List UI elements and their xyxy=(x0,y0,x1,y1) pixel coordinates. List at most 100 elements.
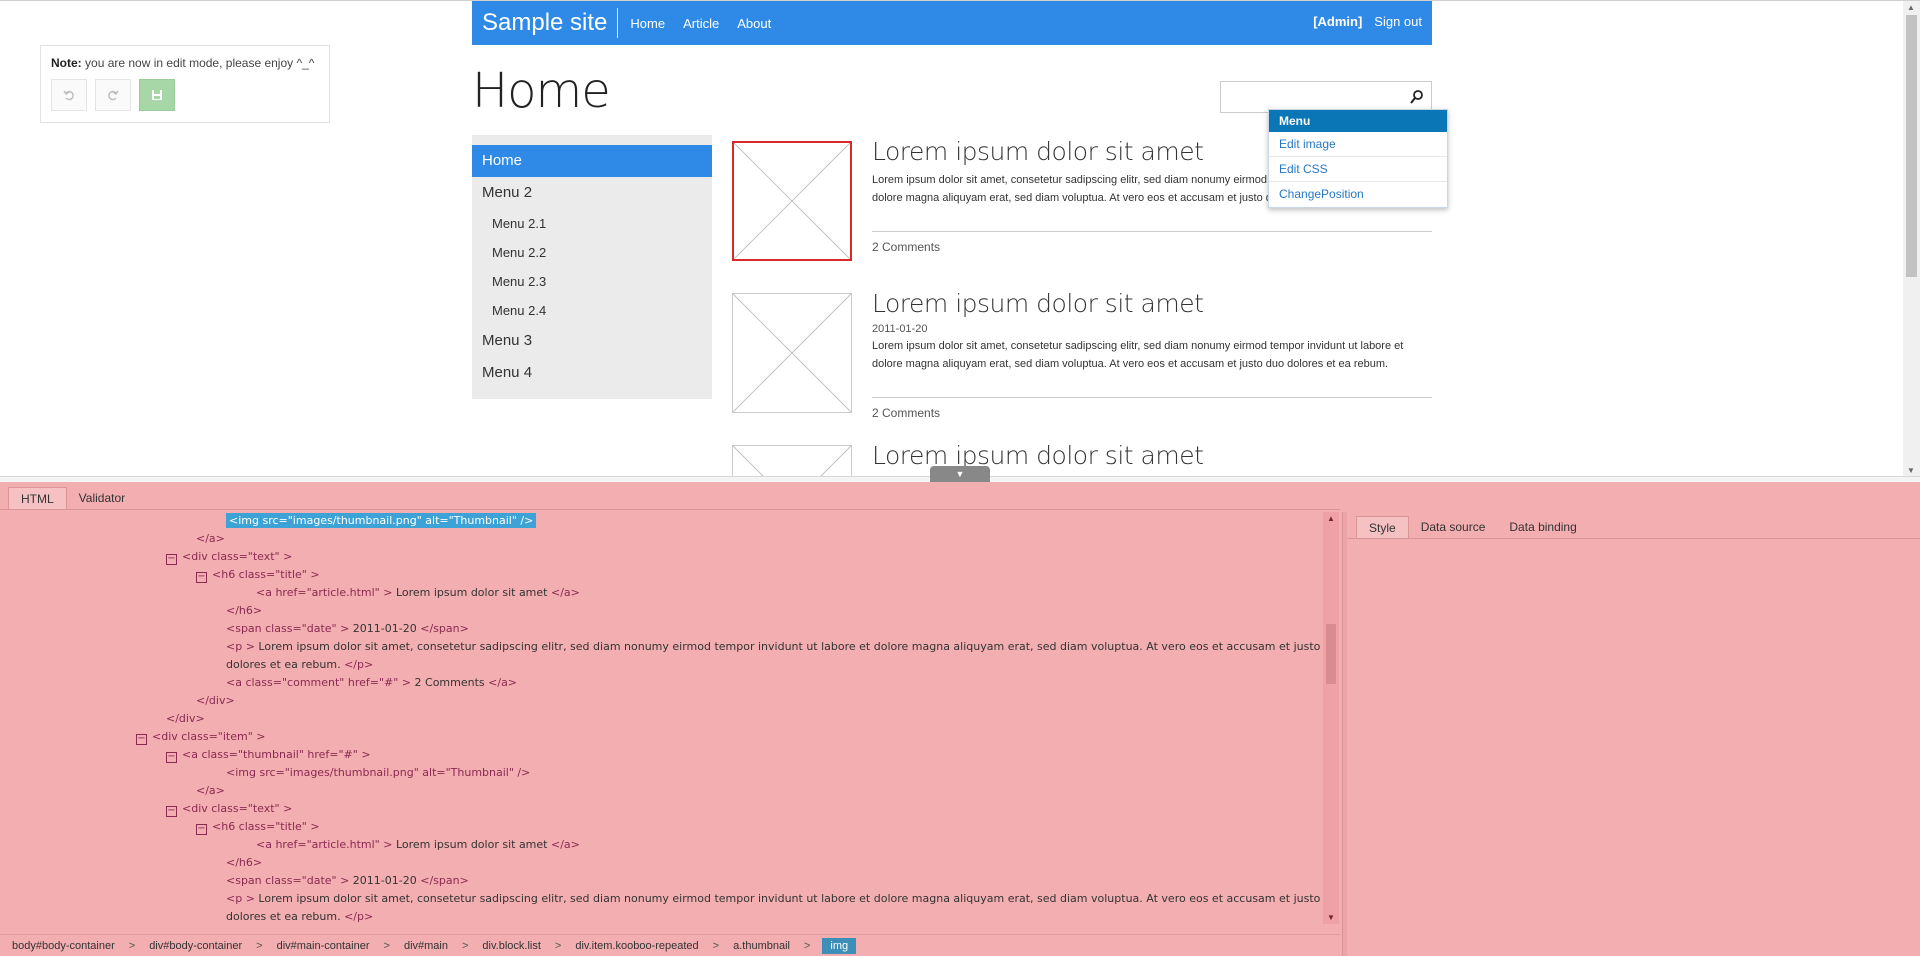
scroll-up-icon[interactable]: ▲ xyxy=(1907,3,1915,12)
search-icon[interactable] xyxy=(1409,89,1425,105)
code-line[interactable]: <a href="article.html" > Lorem ipsum dol… xyxy=(256,584,580,602)
collapse-toggle-icon[interactable]: − xyxy=(166,554,177,565)
article-title[interactable]: Lorem ipsum dolor sit amet xyxy=(872,287,1432,321)
tab-data-source[interactable]: Data source xyxy=(1409,516,1498,539)
panel-divider[interactable] xyxy=(1342,512,1347,956)
code-line[interactable]: − <h6 class="title" > xyxy=(196,818,320,836)
code-tag[interactable]: </span> xyxy=(420,622,469,635)
side-menu-2-3[interactable]: Menu 2.3 xyxy=(472,267,712,296)
side-menu-2-1[interactable]: Menu 2.1 xyxy=(472,209,712,238)
code-tag[interactable]: <div class="text" > xyxy=(182,550,292,563)
code-line[interactable]: dolores et ea rebum. </p> xyxy=(226,908,373,924)
edit-image-option[interactable]: Edit image xyxy=(1269,132,1447,157)
code-tag[interactable]: <img src="images/thumbnail.png" alt="Thu… xyxy=(226,766,530,779)
admin-link[interactable]: [Admin] xyxy=(1313,14,1362,29)
code-line[interactable]: <img src="images/thumbnail.png" alt="Thu… xyxy=(226,764,530,782)
code-scroll-thumb[interactable] xyxy=(1326,624,1336,684)
breadcrumb-item[interactable]: div#main-container xyxy=(275,940,372,952)
search-input[interactable] xyxy=(1221,82,1401,112)
code-tag[interactable]: </h6> xyxy=(226,604,262,617)
code-line[interactable]: </a> xyxy=(196,530,225,548)
code-line[interactable]: <a class="comment" href="#" > 2 Comments… xyxy=(226,674,517,692)
code-tag[interactable]: </h6> xyxy=(226,856,262,869)
breadcrumb-item[interactable]: div.item.kooboo-repeated xyxy=(573,940,700,952)
code-line[interactable]: <span class="date" > 2011-01-20 </span> xyxy=(226,872,469,890)
sign-out-link[interactable]: Sign out xyxy=(1374,14,1422,29)
code-tag[interactable]: <a href="article.html" > xyxy=(256,838,392,851)
code-line[interactable]: </div> xyxy=(196,692,235,710)
nav-about[interactable]: About xyxy=(737,16,771,31)
code-line[interactable]: </h6> xyxy=(226,854,262,872)
code-line[interactable]: − <div class="item" > xyxy=(136,728,265,746)
breadcrumb-item[interactable]: a.thumbnail xyxy=(731,940,792,952)
code-tag[interactable]: </p> xyxy=(344,910,373,923)
code-tag[interactable]: </a> xyxy=(488,676,517,689)
collapse-toggle-icon[interactable]: − xyxy=(136,734,147,745)
code-line[interactable]: </div> xyxy=(166,710,205,728)
scroll-down-icon[interactable]: ▼ xyxy=(1327,913,1335,922)
side-menu-4[interactable]: Menu 4 xyxy=(472,357,712,389)
breadcrumb-item[interactable]: div.block.list xyxy=(480,940,542,952)
collapse-toggle-icon[interactable]: − xyxy=(166,752,177,763)
code-tag[interactable]: <span class="date" > xyxy=(226,874,349,887)
code-tag[interactable]: </p> xyxy=(344,658,373,671)
collapse-toggle-icon[interactable]: − xyxy=(166,806,177,817)
undo-button[interactable] xyxy=(51,79,87,111)
code-tag[interactable]: </a> xyxy=(196,784,225,797)
breadcrumb-item[interactable]: div#main xyxy=(402,940,450,952)
code-line[interactable]: − <h6 class="title" > xyxy=(196,566,320,584)
code-line[interactable]: − <a class="thumbnail" href="#" > xyxy=(166,746,371,764)
preview-scroll-thumb[interactable] xyxy=(1906,15,1917,277)
breadcrumb-item[interactable]: body#body-container xyxy=(10,940,117,952)
code-tag[interactable]: </span> xyxy=(420,874,469,887)
tab-validator[interactable]: Validator xyxy=(67,487,137,510)
article-thumbnail[interactable] xyxy=(732,141,852,261)
preview-scrollbar[interactable]: ▲ ▼ xyxy=(1903,1,1920,476)
code-tag[interactable]: </a> xyxy=(196,532,225,545)
code-tag[interactable]: <p > xyxy=(226,640,255,653)
side-menu-2-2[interactable]: Menu 2.2 xyxy=(472,238,712,267)
article-comments-link[interactable]: 2 Comments xyxy=(872,397,1432,420)
nav-home[interactable]: Home xyxy=(630,16,665,31)
scroll-up-icon[interactable]: ▲ xyxy=(1327,514,1335,523)
breadcrumb-item[interactable]: img xyxy=(822,937,857,954)
code-line[interactable]: dolores et ea rebum. </p> xyxy=(226,656,373,674)
code-tag[interactable]: <img src="images/thumbnail.png" alt="Thu… xyxy=(226,513,537,528)
code-tag[interactable]: <h6 class="title" > xyxy=(212,568,320,581)
site-brand[interactable]: Sample site xyxy=(482,8,619,38)
edit-css-option[interactable]: Edit CSS xyxy=(1269,157,1447,182)
code-line[interactable]: <img src="images/thumbnail.png" alt="Thu… xyxy=(226,512,537,530)
code-tag[interactable]: <a class="thumbnail" href="#" > xyxy=(182,748,371,761)
code-line[interactable]: <p > Lorem ipsum dolor sit amet, consete… xyxy=(226,638,1322,656)
code-tag[interactable]: <a class="comment" href="#" > xyxy=(226,676,411,689)
tab-html[interactable]: HTML xyxy=(8,487,67,510)
code-tag[interactable]: </div> xyxy=(166,712,205,725)
side-menu-2-4[interactable]: Menu 2.4 xyxy=(472,296,712,325)
code-tag[interactable]: <h6 class="title" > xyxy=(212,820,320,833)
nav-article[interactable]: Article xyxy=(683,16,719,31)
change-position-option[interactable]: ChangePosition xyxy=(1269,182,1447,207)
code-tag[interactable]: </div> xyxy=(196,694,235,707)
save-button[interactable] xyxy=(139,79,175,111)
code-line[interactable]: − <div class="text" > xyxy=(166,548,292,566)
panel-toggle-button[interactable]: ▼ xyxy=(930,466,990,482)
code-line[interactable]: </a> xyxy=(196,782,225,800)
code-tag[interactable]: <div class="item" > xyxy=(152,730,265,743)
tab-style[interactable]: Style xyxy=(1356,516,1409,539)
code-tag[interactable]: <p > xyxy=(226,892,255,905)
side-menu-home[interactable]: Home xyxy=(472,145,712,177)
side-menu-2[interactable]: Menu 2 xyxy=(472,177,712,209)
code-tag[interactable]: <div class="text" > xyxy=(182,802,292,815)
code-line[interactable]: </h6> xyxy=(226,602,262,620)
collapse-toggle-icon[interactable]: − xyxy=(196,572,207,583)
code-line[interactable]: <p > Lorem ipsum dolor sit amet, consete… xyxy=(226,890,1322,908)
article-comments-link[interactable]: 2 Comments xyxy=(872,231,1432,254)
article-thumbnail[interactable] xyxy=(732,445,852,476)
scroll-down-icon[interactable]: ▼ xyxy=(1907,466,1915,475)
side-menu-3[interactable]: Menu 3 xyxy=(472,325,712,357)
breadcrumb-item[interactable]: div#body-container xyxy=(147,940,244,952)
redo-button[interactable] xyxy=(95,79,131,111)
tab-data-binding[interactable]: Data binding xyxy=(1497,516,1588,539)
code-tag[interactable]: <span class="date" > xyxy=(226,622,349,635)
code-tag[interactable]: </a> xyxy=(551,586,580,599)
